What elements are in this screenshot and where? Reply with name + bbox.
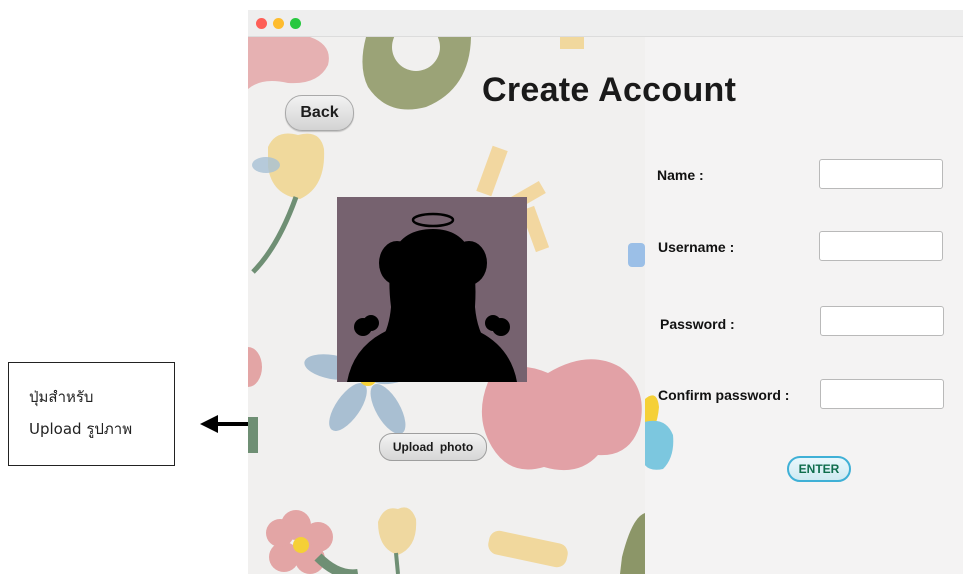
minimize-window-icon[interactable] <box>273 18 284 29</box>
title-bar <box>248 10 963 37</box>
password-input[interactable] <box>820 306 944 336</box>
upload-photo-button[interactable]: Upload photo <box>379 433 487 461</box>
annotation-box: ปุ่มสำหรับ Upload รูปภาพ <box>8 362 175 466</box>
annotation-line-1: ปุ่มสำหรับ <box>29 388 94 406</box>
confirm-password-input[interactable] <box>820 379 944 409</box>
username-input[interactable] <box>819 231 943 261</box>
close-window-icon[interactable] <box>256 18 267 29</box>
annotation-line-2: Upload รูปภาพ <box>29 420 133 438</box>
back-button[interactable]: Back <box>285 95 354 131</box>
username-label: Username : <box>658 239 735 255</box>
name-input[interactable] <box>819 159 943 189</box>
name-label: Name : <box>657 167 704 183</box>
password-label: Password : <box>660 316 735 332</box>
avatar-silhouette-icon <box>347 212 517 382</box>
maximize-window-icon[interactable] <box>290 18 301 29</box>
app-window: Back Upload photo Create Account Name : … <box>248 10 963 574</box>
left-decorative-pane: Back Upload photo <box>248 37 645 574</box>
enter-button[interactable]: ENTER <box>787 456 851 482</box>
confirm-password-label: Confirm password : <box>658 387 790 403</box>
profile-photo <box>337 197 527 382</box>
page-title: Create Account <box>482 71 737 109</box>
